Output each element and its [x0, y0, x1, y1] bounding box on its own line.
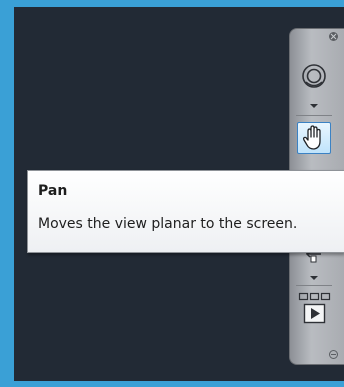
steering-wheel-dropdown-icon[interactable]	[310, 104, 318, 108]
tooltip-description: Moves the view planar to the screen.	[38, 216, 298, 232]
tooltip: Pan Moves the view planar to the screen.	[27, 170, 344, 253]
pan-hand-icon	[302, 125, 321, 150]
separator	[296, 115, 332, 116]
pan-button[interactable]	[297, 122, 331, 154]
orbit-dropdown-icon[interactable]	[310, 276, 318, 280]
close-icon[interactable]	[329, 32, 338, 41]
separator	[296, 285, 332, 286]
window-frame: Pan Moves the view planar to the screen.	[0, 0, 344, 387]
showmotion-button[interactable]	[297, 291, 331, 324]
navbar-options-icon[interactable]	[329, 350, 338, 359]
showmotion-icon	[298, 292, 331, 324]
steering-wheel-button[interactable]	[297, 61, 331, 93]
tooltip-title: Pan	[38, 183, 68, 199]
steering-wheel-icon	[302, 64, 326, 88]
